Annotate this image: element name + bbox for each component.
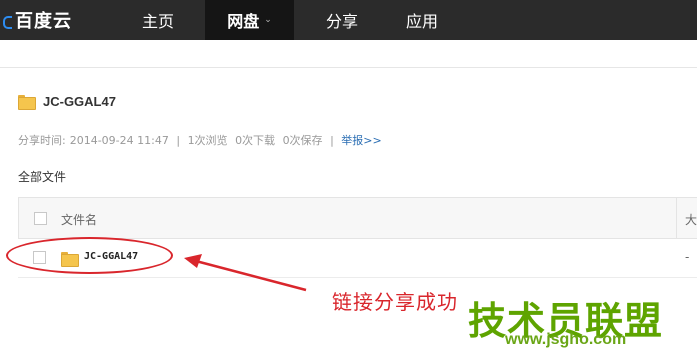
watermark-url: www.jsgho.com bbox=[505, 331, 627, 348]
annotation-caption: 链接分享成功 bbox=[332, 290, 458, 314]
